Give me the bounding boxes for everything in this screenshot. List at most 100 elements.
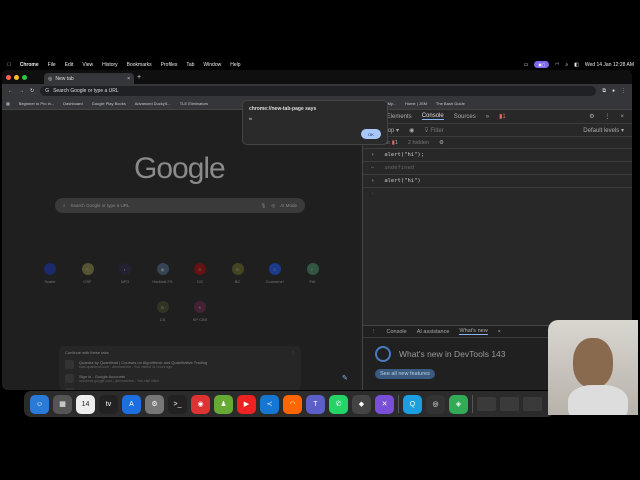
menu-icon[interactable]: ⋮: [621, 88, 626, 94]
microphone-icon[interactable]: 🎙: [261, 203, 267, 209]
wifi-icon[interactable]: ◠: [555, 62, 559, 68]
profile-avatar[interactable]: ●: [612, 88, 615, 94]
continue-tab-item[interactable]: Sign in - Google Accounts accounts.google…: [65, 374, 295, 383]
forward-icon[interactable]: →: [19, 88, 24, 94]
continue-tab-item[interactable]: Quantra by QuantInsti | Courses on Algor…: [65, 360, 295, 369]
apps-icon[interactable]: ▦: [6, 101, 10, 106]
launchpad-icon[interactable]: ▦: [53, 394, 72, 414]
youtube-icon[interactable]: ▶: [237, 394, 256, 414]
shortcut-tile[interactable]: ▣ Harkirat FS: [148, 263, 178, 284]
reload-icon[interactable]: ↻: [30, 88, 34, 94]
apple-icon[interactable]: : [7, 62, 11, 68]
vscode-icon[interactable]: ≺: [260, 394, 279, 414]
shortcut-tile[interactable]: C Coursera+: [260, 263, 290, 284]
tab-new-tab[interactable]: ◎ New tab ×: [44, 73, 134, 84]
shortcut-tile[interactable]: ✎ OSF: [73, 263, 103, 284]
shortcut-tile[interactable]: F FAI: [298, 263, 328, 284]
menu-edit[interactable]: Edit: [65, 62, 74, 68]
close-tab-icon[interactable]: ×: [127, 76, 130, 82]
more-tabs-icon[interactable]: »: [486, 114, 489, 120]
search-box[interactable]: ⌕ Search Google or type a URL 🎙 ◎ AI Mod…: [55, 198, 305, 213]
close-window-button[interactable]: [6, 74, 11, 80]
cube-icon[interactable]: ◆: [352, 394, 371, 414]
shortcut-tile[interactable]: Scaler: [35, 263, 65, 284]
new-tab-button[interactable]: +: [137, 74, 141, 81]
terminal-icon[interactable]: >_: [168, 394, 187, 414]
devtools-tab-elements[interactable]: Elements: [387, 114, 412, 120]
menu-chrome[interactable]: Chrome: [20, 62, 39, 68]
obs-icon[interactable]: ◎: [426, 394, 445, 414]
control-center-icon[interactable]: ◧: [574, 62, 579, 68]
datetime[interactable]: Wed 14 Jan 12:28 AM: [585, 62, 634, 68]
menu-bookmarks[interactable]: Bookmarks: [127, 62, 152, 68]
menu-tab[interactable]: Tab: [186, 62, 194, 68]
screen-icon[interactable]: ▭: [524, 62, 529, 68]
quicktime-icon[interactable]: Q: [403, 394, 422, 414]
extensions-icon[interactable]: ⧉: [602, 88, 606, 94]
menu-view[interactable]: View: [82, 62, 93, 68]
drawer-menu-icon[interactable]: ⋮: [371, 329, 377, 335]
shortcut-tile[interactable]: D DG: [185, 263, 215, 284]
drawer-tab[interactable]: AI assistance: [417, 329, 450, 335]
tools-icon[interactable]: ✕: [375, 394, 394, 414]
maximize-window-button[interactable]: [22, 74, 27, 80]
shortcut-tile[interactable]: ◐ NFO: [110, 263, 140, 284]
menu-profiles[interactable]: Profiles: [161, 62, 178, 68]
apple-tv-icon[interactable]: tv: [99, 394, 118, 414]
bookmark-item[interactable]: The Bash Guide: [436, 101, 465, 106]
focus-pill[interactable]: ◼◻: [534, 61, 549, 68]
devtools-tab-sources[interactable]: Sources: [454, 114, 476, 120]
close-devtools-icon[interactable]: ×: [620, 114, 624, 120]
console-settings-icon[interactable]: ⚙: [439, 140, 444, 146]
menu-file[interactable]: File: [48, 62, 56, 68]
error-badge[interactable]: ▮1: [499, 113, 506, 120]
chrome-icon[interactable]: ◉: [191, 394, 210, 414]
menu-history[interactable]: History: [102, 62, 118, 68]
continue-tab-item[interactable]: Log infrontend.graphy.com - devmachine -…: [65, 388, 295, 390]
filter-input[interactable]: ⊽ Filter: [424, 127, 573, 134]
calendar-icon[interactable]: 14: [76, 394, 95, 414]
drawer-tab[interactable]: Console: [387, 329, 407, 335]
ok-button[interactable]: OK: [361, 129, 381, 139]
chess-icon[interactable]: ♟: [214, 394, 233, 414]
see-all-features-button[interactable]: See all new features: [375, 369, 435, 379]
shortcut-tile[interactable]: B BC: [223, 263, 253, 284]
omnibox[interactable]: G Search Google or type a URL: [40, 86, 597, 96]
bookmark-item[interactable]: Beginner to Pro in...: [19, 101, 54, 106]
menu-window[interactable]: Window: [203, 62, 221, 68]
eye-icon[interactable]: ◉: [409, 127, 414, 134]
bookmark-item[interactable]: Google Play Books: [92, 101, 126, 106]
settings-icon[interactable]: ⚙: [589, 113, 594, 120]
audacity-icon[interactable]: ◠: [283, 394, 302, 414]
finder-icon[interactable]: ☺: [30, 394, 49, 414]
minimized-window-thumbnail[interactable]: [477, 397, 496, 411]
bookmark-item[interactable]: Advanced DuckyS...: [135, 101, 171, 106]
close-drawer-tab-icon[interactable]: ×: [498, 329, 501, 335]
lens-icon[interactable]: ◎: [271, 203, 275, 209]
search-icon[interactable]: ⌕: [565, 62, 568, 68]
more-icon[interactable]: ⋮: [291, 350, 295, 355]
bookmark-item[interactable]: Home | JSM: [405, 101, 427, 106]
bookmark-item[interactable]: Dashboard: [63, 101, 83, 106]
minimized-window-thumbnail[interactable]: [500, 397, 519, 411]
teams-icon[interactable]: T: [306, 394, 325, 414]
shortcut-tile[interactable]: B CS: [148, 301, 178, 322]
system-settings-icon[interactable]: ⚙: [145, 394, 164, 414]
more-options-icon[interactable]: ⋮: [604, 113, 610, 120]
bookmark-item[interactable]: TLE Eliminators: [180, 101, 208, 106]
devtools-tab-console[interactable]: Console: [421, 113, 444, 120]
davinci-icon[interactable]: ◈: [449, 394, 468, 414]
ai-mode-button[interactable]: AI Mode: [280, 203, 297, 208]
back-icon[interactable]: ←: [8, 88, 13, 94]
levels-select[interactable]: Default levels ▾: [583, 127, 624, 134]
minimized-window-thumbnail[interactable]: [523, 397, 542, 411]
shortcut-tile[interactable]: K KP CBS: [185, 301, 215, 322]
customize-icon[interactable]: ✎: [342, 374, 348, 382]
shortcut-icon: B: [231, 263, 244, 275]
shortcut-label: CS: [159, 317, 166, 322]
drawer-tab[interactable]: What's new: [459, 328, 488, 335]
whatsapp-icon[interactable]: ✆: [329, 394, 348, 414]
minimize-window-button[interactable]: [14, 74, 19, 80]
menu-help[interactable]: Help: [230, 62, 240, 68]
app-store-icon[interactable]: A: [122, 394, 141, 414]
